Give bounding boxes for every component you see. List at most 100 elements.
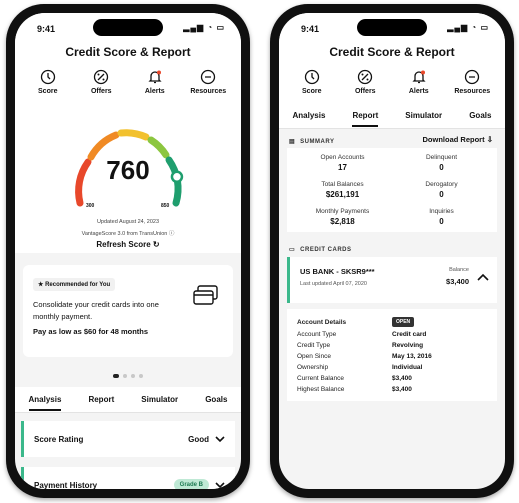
promo-card[interactable]: ★ Recommended for You Consolidate your c… <box>23 265 233 357</box>
alerts-action[interactable]: Alerts <box>129 69 181 95</box>
summary-item-label: Total Balances <box>321 181 364 188</box>
balance-label: Balance <box>449 267 469 273</box>
info-icon[interactable]: ⓘ <box>169 231 175 237</box>
score-action[interactable]: Score <box>22 69 74 95</box>
alerts-action-label: Alerts <box>144 88 165 95</box>
chevron-up-icon[interactable] <box>477 273 489 283</box>
summary-item: Monthly Payments $2,818 <box>293 208 392 226</box>
resources-icon <box>465 69 480 85</box>
summary-item: Delinquent 0 <box>392 154 491 172</box>
score-source-text: VantageScore 3.0 from TransUnion <box>81 231 168 237</box>
summary-item-value: 0 <box>439 190 444 199</box>
score-rating-value-wrap: Good <box>188 434 225 444</box>
resources-action[interactable]: Resources <box>446 69 498 95</box>
tab-report[interactable]: Report <box>352 104 378 127</box>
bell-icon <box>148 70 162 84</box>
status-icons-right: ▂▄▆ ◔ ▭ <box>447 23 489 32</box>
credit-card-account-row[interactable]: US BANK - SKSR9*** Last updated April 07… <box>287 257 497 303</box>
gauge-segment-lightgreen <box>147 136 170 159</box>
detail-row: Highest Balance $3,400 <box>297 384 487 395</box>
carousel-dot[interactable] <box>123 374 127 378</box>
status-time-right: 9:41 <box>301 24 320 34</box>
refresh-score-label: Refresh Score <box>96 240 151 249</box>
refresh-score-button[interactable]: Refresh Score ↻ <box>15 240 241 249</box>
summary-item: Inquiries 0 <box>392 208 491 226</box>
offers-action[interactable]: Offers <box>75 69 127 95</box>
detail-row: Account Type Credit card <box>297 329 487 340</box>
tab-simulator[interactable]: Simulator <box>405 104 442 127</box>
credit-cards-icon <box>193 285 218 305</box>
status-bar: 9:41 ▂▄▆ ◔ ▭ <box>15 13 241 43</box>
summary-item-value: 17 <box>338 163 347 172</box>
tab-analysis[interactable]: Analysis <box>293 104 326 127</box>
details-header: Account Details OPEN <box>297 315 487 329</box>
status-bar-right: 9:41 ▂▄▆ ◔ ▭ <box>279 13 505 43</box>
detail-label: Highest Balance <box>297 386 345 393</box>
summary-item-label: Monthly Payments <box>315 208 370 215</box>
score-rating-accordion[interactable]: Score Rating Good <box>21 421 235 457</box>
chevron-down-icon <box>215 436 225 443</box>
carousel-dots <box>15 365 241 383</box>
resources-icon <box>201 69 216 85</box>
quick-actions: Score Offers Alerts Resources <box>15 69 241 103</box>
tab-bar-right: Analysis Report Simulator Goals <box>279 103 505 129</box>
promo-body: Consolidate your credit cards into one m… <box>33 300 159 321</box>
alerts-action[interactable]: Alerts <box>393 69 445 95</box>
gauge-segment-yellow <box>117 129 150 141</box>
payment-history-value-wrap: Grade B <box>173 479 225 489</box>
tab-analysis[interactable]: Analysis <box>28 388 61 411</box>
phone-left: 9:41 ▂▄▆ ◔ ▭ Credit Score & Report Score… <box>6 4 250 498</box>
summary-grid: Open Accounts 17 Delinquent 0 Total Balanc… <box>287 148 497 232</box>
carousel-dot[interactable] <box>131 374 135 378</box>
status-icons: ▂▄▆ ◔ ▭ <box>183 23 225 32</box>
score-action[interactable]: Score <box>286 69 338 95</box>
star-icon: ★ <box>38 282 44 288</box>
payment-history-accordion[interactable]: Payment History Grade B <box>21 467 235 489</box>
quick-actions-right: Score Offers Alerts Resources <box>279 69 505 103</box>
detail-label: Current Balance <box>297 375 344 382</box>
detail-label: Open Since <box>297 353 331 360</box>
payment-history-label: Payment History <box>34 480 98 490</box>
credit-card-icon: ▭ <box>289 247 296 253</box>
tab-simulator[interactable]: Simulator <box>141 388 178 411</box>
score-min-label: 300 <box>86 203 95 209</box>
summary-item-label: Delinquent <box>425 154 458 161</box>
score-rating-label: Score Rating <box>34 434 84 444</box>
status-time: 9:41 <box>37 24 56 34</box>
bell-icon <box>412 70 426 84</box>
detail-value: $3,400 <box>392 386 412 393</box>
detail-row: Credit Type Revolving <box>297 340 487 351</box>
offers-action-label: Offers <box>90 88 112 95</box>
chevron-down-icon <box>215 482 225 489</box>
resources-action-label: Resources <box>190 88 227 95</box>
score-max-label: 850 <box>161 203 170 209</box>
summary-item: Total Balances $261,191 <box>293 181 392 199</box>
tab-report[interactable]: Report <box>88 388 114 411</box>
resources-action[interactable]: Resources <box>182 69 234 95</box>
screen-left: 9:41 ▂▄▆ ◔ ▭ Credit Score & Report Score… <box>15 13 241 489</box>
phone-right: 9:41 ▂▄▆ ◔ ▭ Credit Score & Report Score… <box>270 4 514 498</box>
tab-goals[interactable]: Goals <box>469 104 491 127</box>
credit-cards-section-label: ▭ CREDIT CARDS <box>279 232 505 257</box>
screen-right: 9:41 ▂▄▆ ◔ ▭ Credit Score & Report Score… <box>279 13 505 489</box>
carousel-dot[interactable] <box>139 374 143 378</box>
detail-value: Credit card <box>392 331 427 338</box>
account-balance: Balance $3,400 <box>446 267 469 286</box>
alerts-action-label: Alerts <box>408 88 429 95</box>
score-action-label: Score <box>302 88 322 95</box>
details-title: Account Details <box>297 318 347 326</box>
document-icon: ▤ <box>289 139 296 145</box>
detail-value: Individual <box>392 364 423 371</box>
status-badge: OPEN <box>392 317 415 327</box>
summary-item-label: Open Accounts <box>320 154 365 161</box>
summary-item-label: Inquiries <box>429 208 454 215</box>
resources-action-label: Resources <box>454 88 491 95</box>
score-rating-value: Good <box>188 434 209 444</box>
download-icon: ⇩ <box>486 135 493 144</box>
carousel-dot-active[interactable] <box>113 374 119 378</box>
credit-cards-label: CREDIT CARDS <box>300 246 352 253</box>
tab-bar-left: Analysis Report Simulator Goals <box>15 387 241 413</box>
tab-goals[interactable]: Goals <box>205 388 227 411</box>
balance-value: $3,400 <box>446 277 469 286</box>
offers-action[interactable]: Offers <box>339 69 391 95</box>
